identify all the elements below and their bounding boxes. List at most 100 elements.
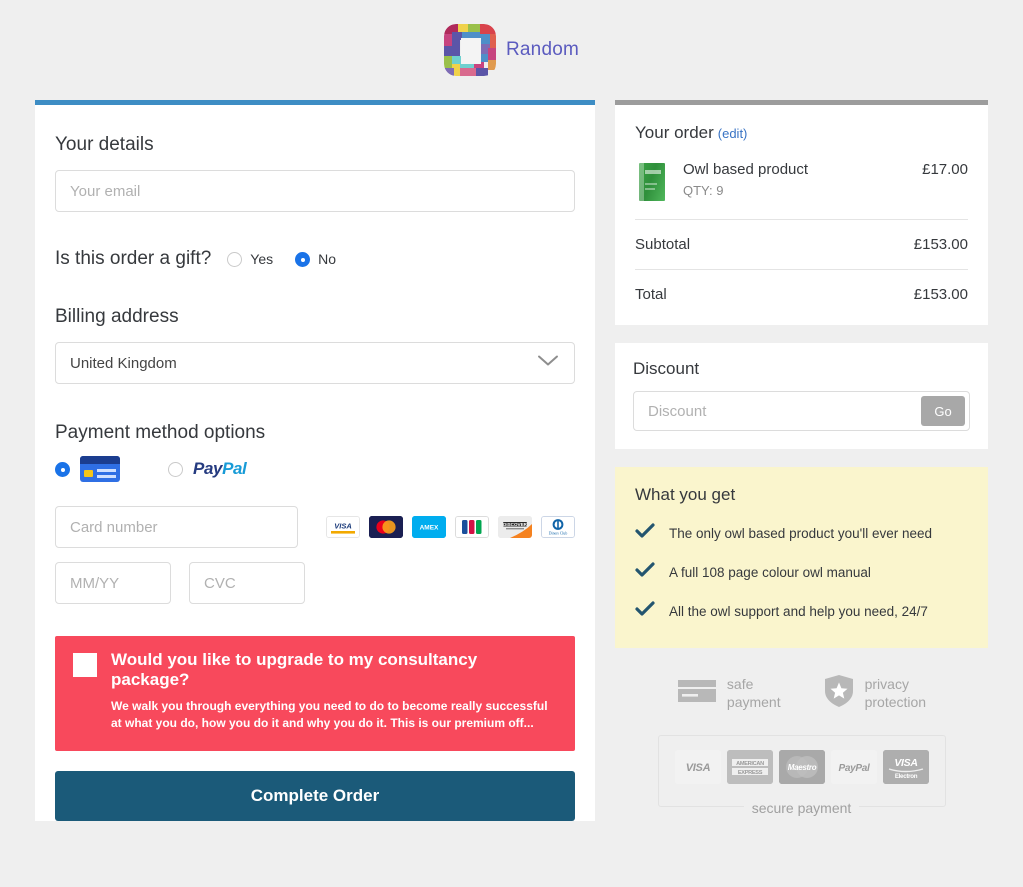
radio-yes-icon[interactable]: [227, 251, 243, 267]
gift-option-no[interactable]: No: [295, 251, 336, 267]
total-row: Total £153.00: [635, 286, 968, 303]
subtotal-label: Subtotal: [635, 236, 691, 253]
benefit-label: A full 108 page colour owl manual: [669, 565, 871, 580]
expiry-input[interactable]: [55, 562, 171, 604]
shield-star-icon: [823, 674, 855, 713]
brand-header: Random: [0, 0, 1023, 100]
discover-icon: DISCOVER: [498, 516, 532, 538]
trust-line-2: payment: [726, 693, 781, 710]
order-summary-title: Your order: [635, 123, 714, 142]
order-item-info: Owl based product QTY: 9: [683, 161, 922, 198]
paypal-logo-part2: Pal: [222, 459, 247, 478]
email-input[interactable]: [55, 170, 575, 212]
radio-no-icon[interactable]: [295, 251, 311, 267]
gift-option-yes-label: Yes: [250, 251, 274, 267]
total-label: Total: [635, 286, 667, 303]
total-value: £153.00: [913, 286, 968, 303]
credit-card-icon: [80, 456, 120, 482]
secure-payment-caption: secure payment: [743, 800, 860, 816]
trust-line-2: protection: [864, 693, 927, 710]
amex-icon: AMEX: [412, 516, 446, 538]
upsell-checkbox[interactable]: [73, 653, 97, 677]
upsell-body: We walk you through everything you need …: [111, 698, 548, 731]
paypal-logo-part1: Pay: [193, 459, 223, 478]
discount-panel: Discount Go: [615, 343, 988, 449]
checkout-page: Random Your details Is this order a gift…: [0, 0, 1023, 887]
radio-credit-card-icon[interactable]: [55, 461, 70, 477]
card-number-row: VISA: [55, 506, 575, 548]
order-edit-link[interactable]: (edit): [718, 126, 748, 141]
country-select-value[interactable]: [55, 342, 575, 384]
trust-badge-privacy-protection-label: privacy protection: [865, 676, 926, 711]
discount-go-button[interactable]: Go: [921, 396, 965, 426]
upsell-banner[interactable]: Would you like to upgrade to my consulta…: [55, 636, 575, 751]
visa-icon: VISA: [326, 516, 360, 538]
secure-payment-box: VISA AMERICAN EXPRESS Maestro PayPal VIS…: [657, 735, 946, 816]
cvc-input[interactable]: [189, 562, 305, 604]
check-icon: [635, 523, 655, 544]
upsell-heading: Would you like to upgrade to my consulta…: [111, 650, 478, 690]
trust-line-1: privacy: [864, 676, 909, 692]
check-icon: [635, 601, 655, 622]
payment-option-credit-card[interactable]: [55, 456, 120, 482]
diners-club-icon: Diners Club: [541, 516, 575, 538]
complete-order-button[interactable]: Complete Order: [55, 770, 575, 821]
order-item-name: Owl based product: [683, 161, 809, 178]
upsell-text: Would you like to upgrade to my consulta…: [111, 650, 557, 733]
order-line-item: Owl based product QTY: 9 £17.00: [635, 161, 968, 203]
trust-badge-privacy-protection: privacy protection: [823, 674, 926, 713]
check-icon: [635, 562, 655, 583]
benefits-panel: What you get The only owl based product …: [615, 467, 988, 648]
mastercard-icon: [369, 516, 403, 538]
subtotal-value: £153.00: [913, 236, 968, 253]
american-express-logo-icon: AMERICAN EXPRESS: [726, 750, 773, 784]
benefit-label: The only owl based product you'll ever n…: [669, 526, 932, 541]
country-select[interactable]: [55, 342, 575, 384]
radio-paypal-icon[interactable]: [168, 461, 183, 477]
checkout-columns: Your details Is this order a gift? Yes N…: [0, 100, 1023, 821]
jcb-icon: [455, 516, 489, 538]
discount-title: Discount: [633, 359, 700, 378]
accepted-card-brands: VISA AMEX DISCOVER Diners Club: [326, 516, 575, 538]
secure-payment-section: VISA AMERICAN EXPRESS Maestro PayPal VIS…: [615, 735, 988, 816]
svg-text:PayPal: PayPal: [838, 763, 870, 774]
card-expiry-cvc-row: [55, 562, 575, 604]
order-summary-column: Your order (edit) Owl based product QTY: …: [615, 100, 988, 816]
credit-card-icon: [677, 677, 717, 710]
gift-option-yes[interactable]: Yes: [227, 251, 273, 267]
svg-text:VISA: VISA: [334, 522, 352, 531]
benefit-item: The only owl based product you'll ever n…: [635, 523, 968, 544]
green-product-box-icon: [635, 161, 669, 203]
visa-electron-logo-icon: VISA Electron: [882, 750, 929, 784]
card-number-input[interactable]: [55, 506, 298, 548]
svg-text:VISA: VISA: [685, 762, 710, 774]
brand-name: Random: [505, 39, 580, 60]
divider: [635, 219, 968, 220]
visa-logo-icon: VISA: [674, 750, 721, 784]
svg-text:DISCOVER: DISCOVER: [503, 522, 528, 527]
svg-text:Electron: Electron: [894, 773, 917, 780]
subtotal-row: Subtotal £153.00: [635, 236, 968, 253]
checkout-form-column: Your details Is this order a gift? Yes N…: [35, 100, 595, 821]
order-item-price: £17.00: [922, 161, 968, 178]
billing-address-title: Billing address: [55, 306, 179, 327]
svg-text:Maestro: Maestro: [787, 763, 816, 772]
order-item-qty: QTY: 9: [683, 183, 724, 198]
payment-option-paypal[interactable]: PayPal: [168, 459, 247, 479]
benefit-item: All the owl support and help you need, 2…: [635, 601, 968, 622]
secure-payment-logos: VISA AMERICAN EXPRESS Maestro PayPal VIS…: [674, 750, 929, 784]
trust-badges: safe payment privacy protection: [615, 674, 988, 713]
trust-line-1: safe: [726, 676, 754, 692]
benefit-label: All the owl support and help you need, 2…: [669, 604, 928, 619]
gift-question-row: Is this order a gift? Yes No: [55, 248, 575, 270]
discount-input[interactable]: [633, 391, 970, 431]
trust-badge-safe-payment: safe payment: [677, 676, 781, 711]
benefits-title: What you get: [635, 485, 736, 504]
trust-badge-safe-payment-label: safe payment: [727, 676, 781, 711]
checkout-form-card: Your details Is this order a gift? Yes N…: [35, 100, 595, 821]
svg-text:Diners Club: Diners Club: [549, 532, 568, 536]
payment-method-title: Payment method options: [55, 422, 266, 443]
discount-input-row: Go: [633, 391, 970, 431]
payment-method-options: PayPal: [55, 456, 575, 482]
gift-question-label: Is this order a gift?: [55, 248, 212, 269]
